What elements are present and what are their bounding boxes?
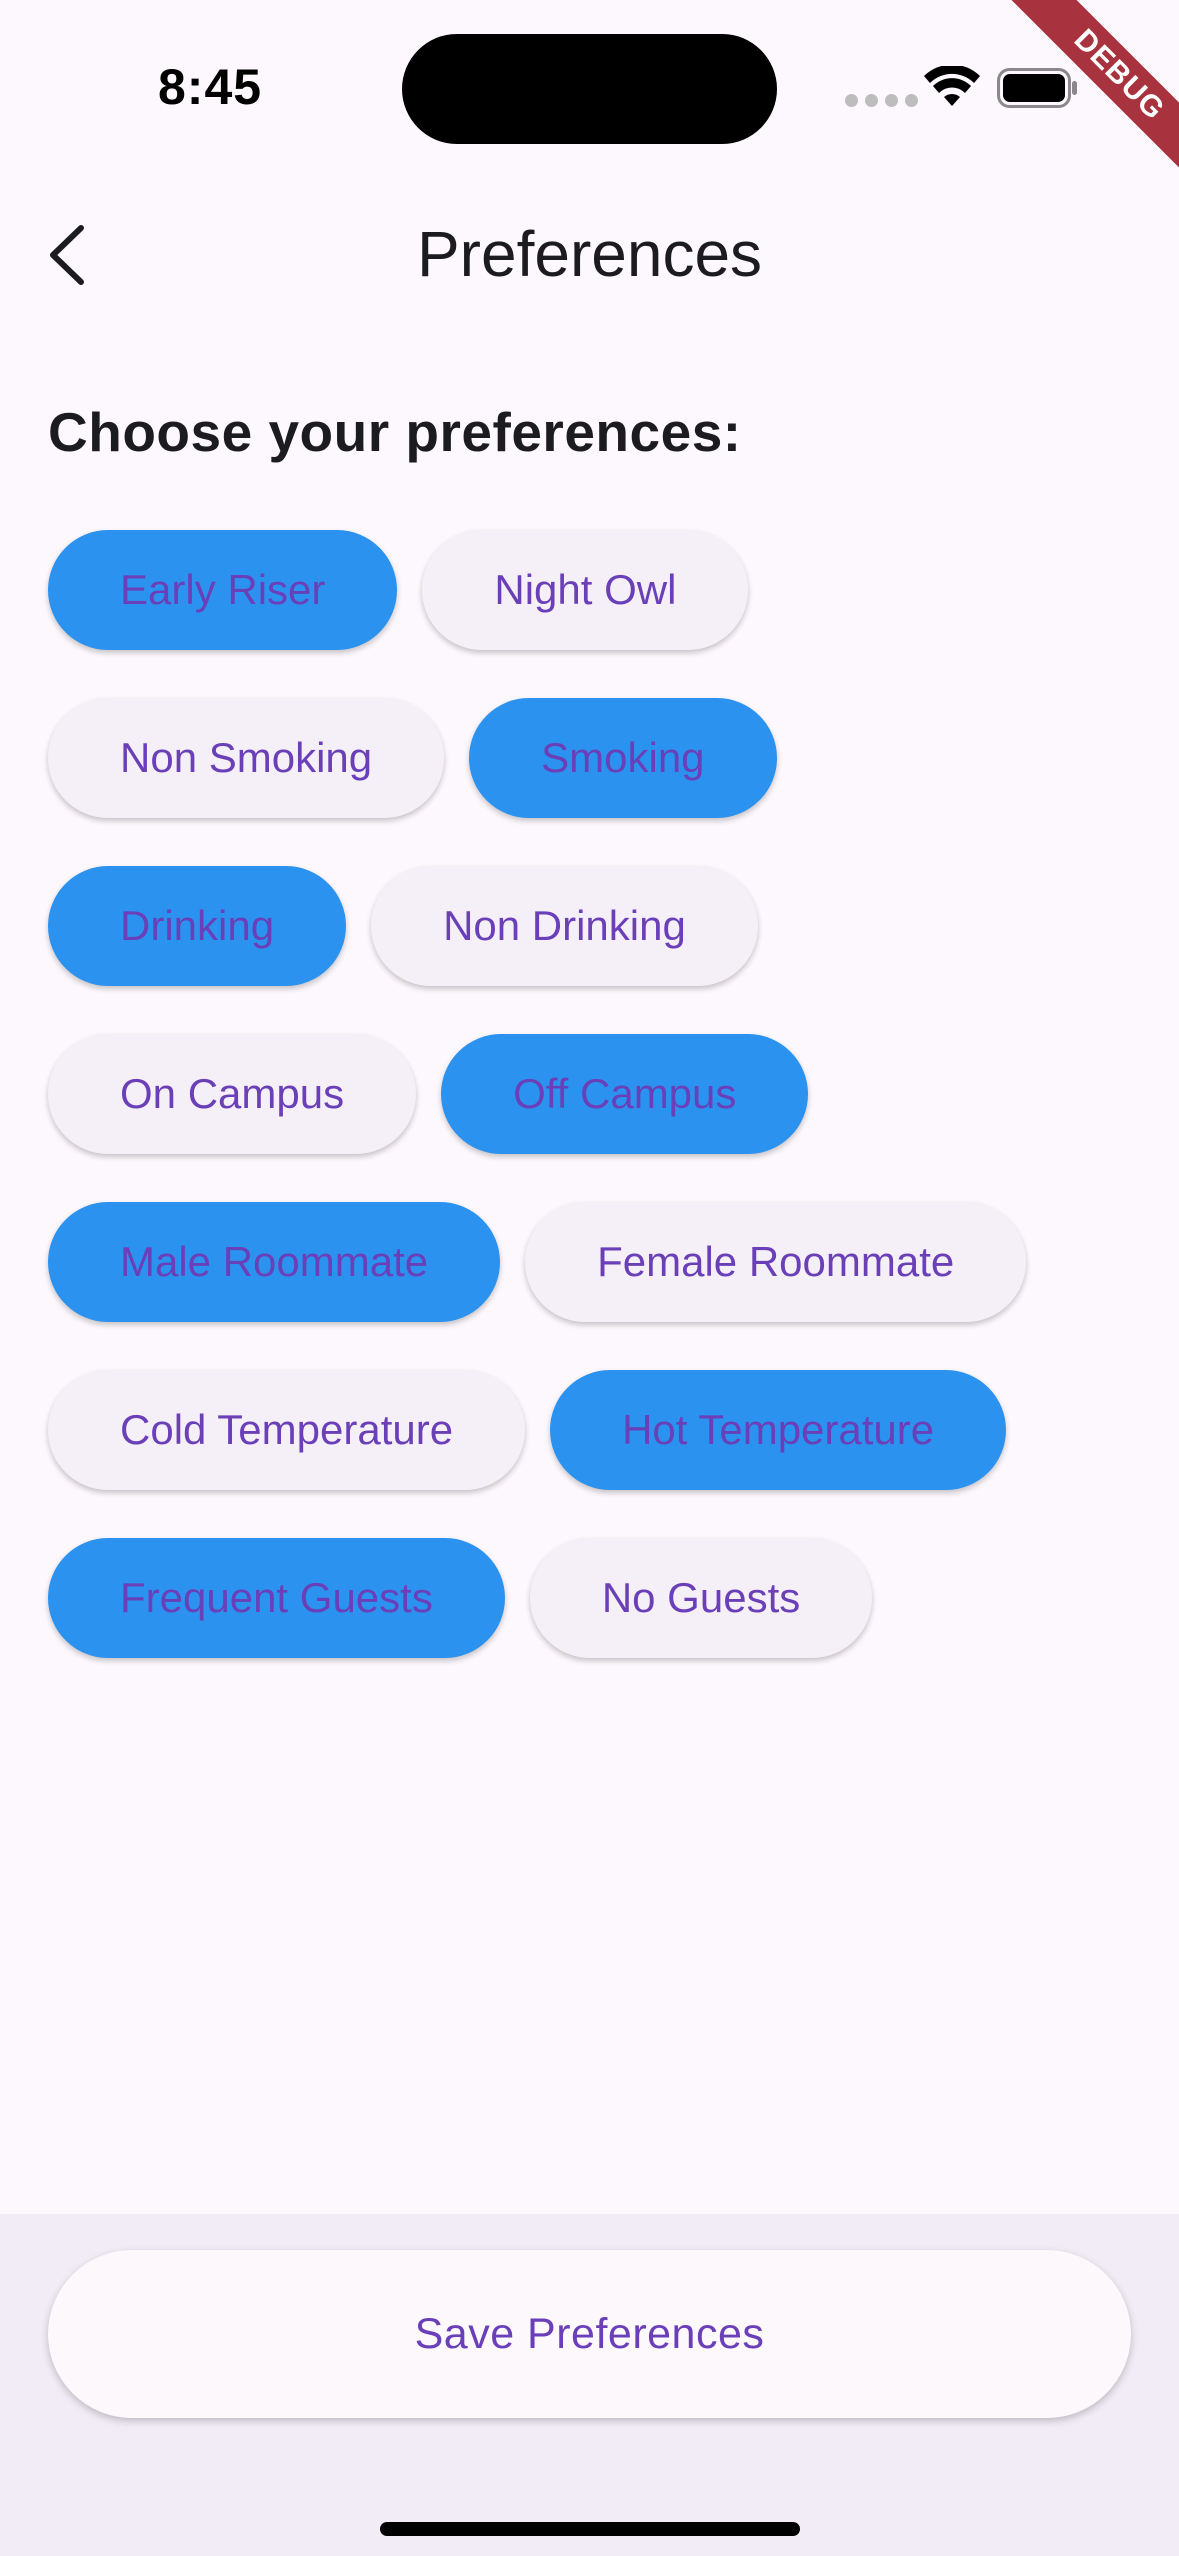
chip-non-smoking[interactable]: Non Smoking (48, 698, 445, 818)
status-bar: 8:45 DEBUG (0, 0, 1179, 190)
chip-male-roommate[interactable]: Male Roommate (48, 1202, 501, 1322)
chip-row: Drinking Non Drinking (48, 866, 1148, 986)
chip-row: Cold Temperature Hot Temperature (48, 1370, 1148, 1490)
cellular-signal-icon (845, 94, 918, 107)
chip-smoking[interactable]: Smoking (469, 698, 777, 818)
chip-row: Non Smoking Smoking (48, 698, 1148, 818)
home-indicator (380, 2522, 800, 2536)
chip-row: On Campus Off Campus (48, 1034, 1148, 1154)
chip-frequent-guests[interactable]: Frequent Guests (48, 1538, 505, 1658)
debug-banner: DEBUG (989, 0, 1179, 190)
chip-female-roommate[interactable]: Female Roommate (525, 1202, 1027, 1322)
preference-chips: Early Riser Night Owl Non Smoking Smokin… (48, 530, 1148, 1706)
debug-label: DEBUG (996, 0, 1179, 190)
chip-row: Male Roommate Female Roommate (48, 1202, 1148, 1322)
chip-on-campus[interactable]: On Campus (48, 1034, 417, 1154)
chip-drinking[interactable]: Drinking (48, 866, 347, 986)
chip-early-riser[interactable]: Early Riser (48, 530, 398, 650)
wifi-icon (924, 66, 980, 106)
bottom-bar: Save Preferences (0, 2214, 1179, 2556)
app-bar: Preferences (0, 175, 1179, 350)
chip-non-drinking[interactable]: Non Drinking (371, 866, 758, 986)
page-title: Preferences (416, 218, 763, 290)
chip-no-guests[interactable]: No Guests (529, 1538, 873, 1658)
save-preferences-button[interactable]: Save Preferences (48, 2250, 1131, 2418)
section-heading: Choose your preferences: (48, 401, 742, 463)
chip-cold-temperature[interactable]: Cold Temperature (48, 1370, 526, 1490)
chip-off-campus[interactable]: Off Campus (441, 1034, 809, 1154)
chip-row: Frequent Guests No Guests (48, 1538, 1148, 1658)
dynamic-island (402, 34, 777, 144)
status-time: 8:45 (158, 59, 263, 115)
chip-night-owl[interactable]: Night Owl (422, 530, 749, 650)
chip-row: Early Riser Night Owl (48, 530, 1148, 650)
chip-hot-temperature[interactable]: Hot Temperature (550, 1370, 1007, 1490)
